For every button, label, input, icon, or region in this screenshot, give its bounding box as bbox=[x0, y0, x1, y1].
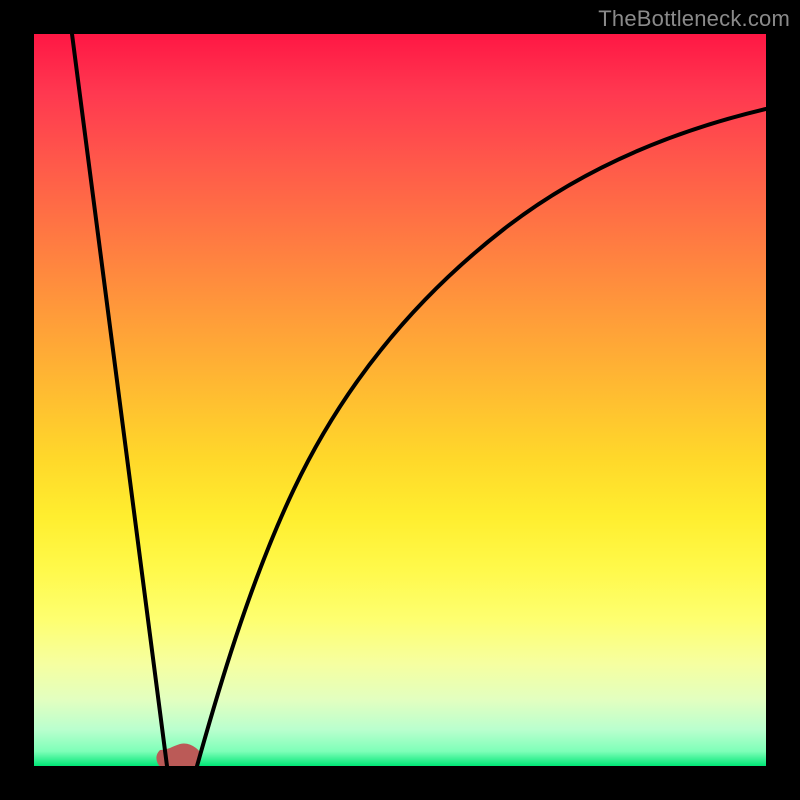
chart-frame: TheBottleneck.com bbox=[0, 0, 800, 800]
chart-plot-area bbox=[34, 34, 766, 766]
watermark-text: TheBottleneck.com bbox=[598, 6, 790, 32]
curve-ascending bbox=[197, 109, 766, 766]
chart-svg bbox=[34, 34, 766, 766]
curve-descending bbox=[72, 34, 167, 766]
